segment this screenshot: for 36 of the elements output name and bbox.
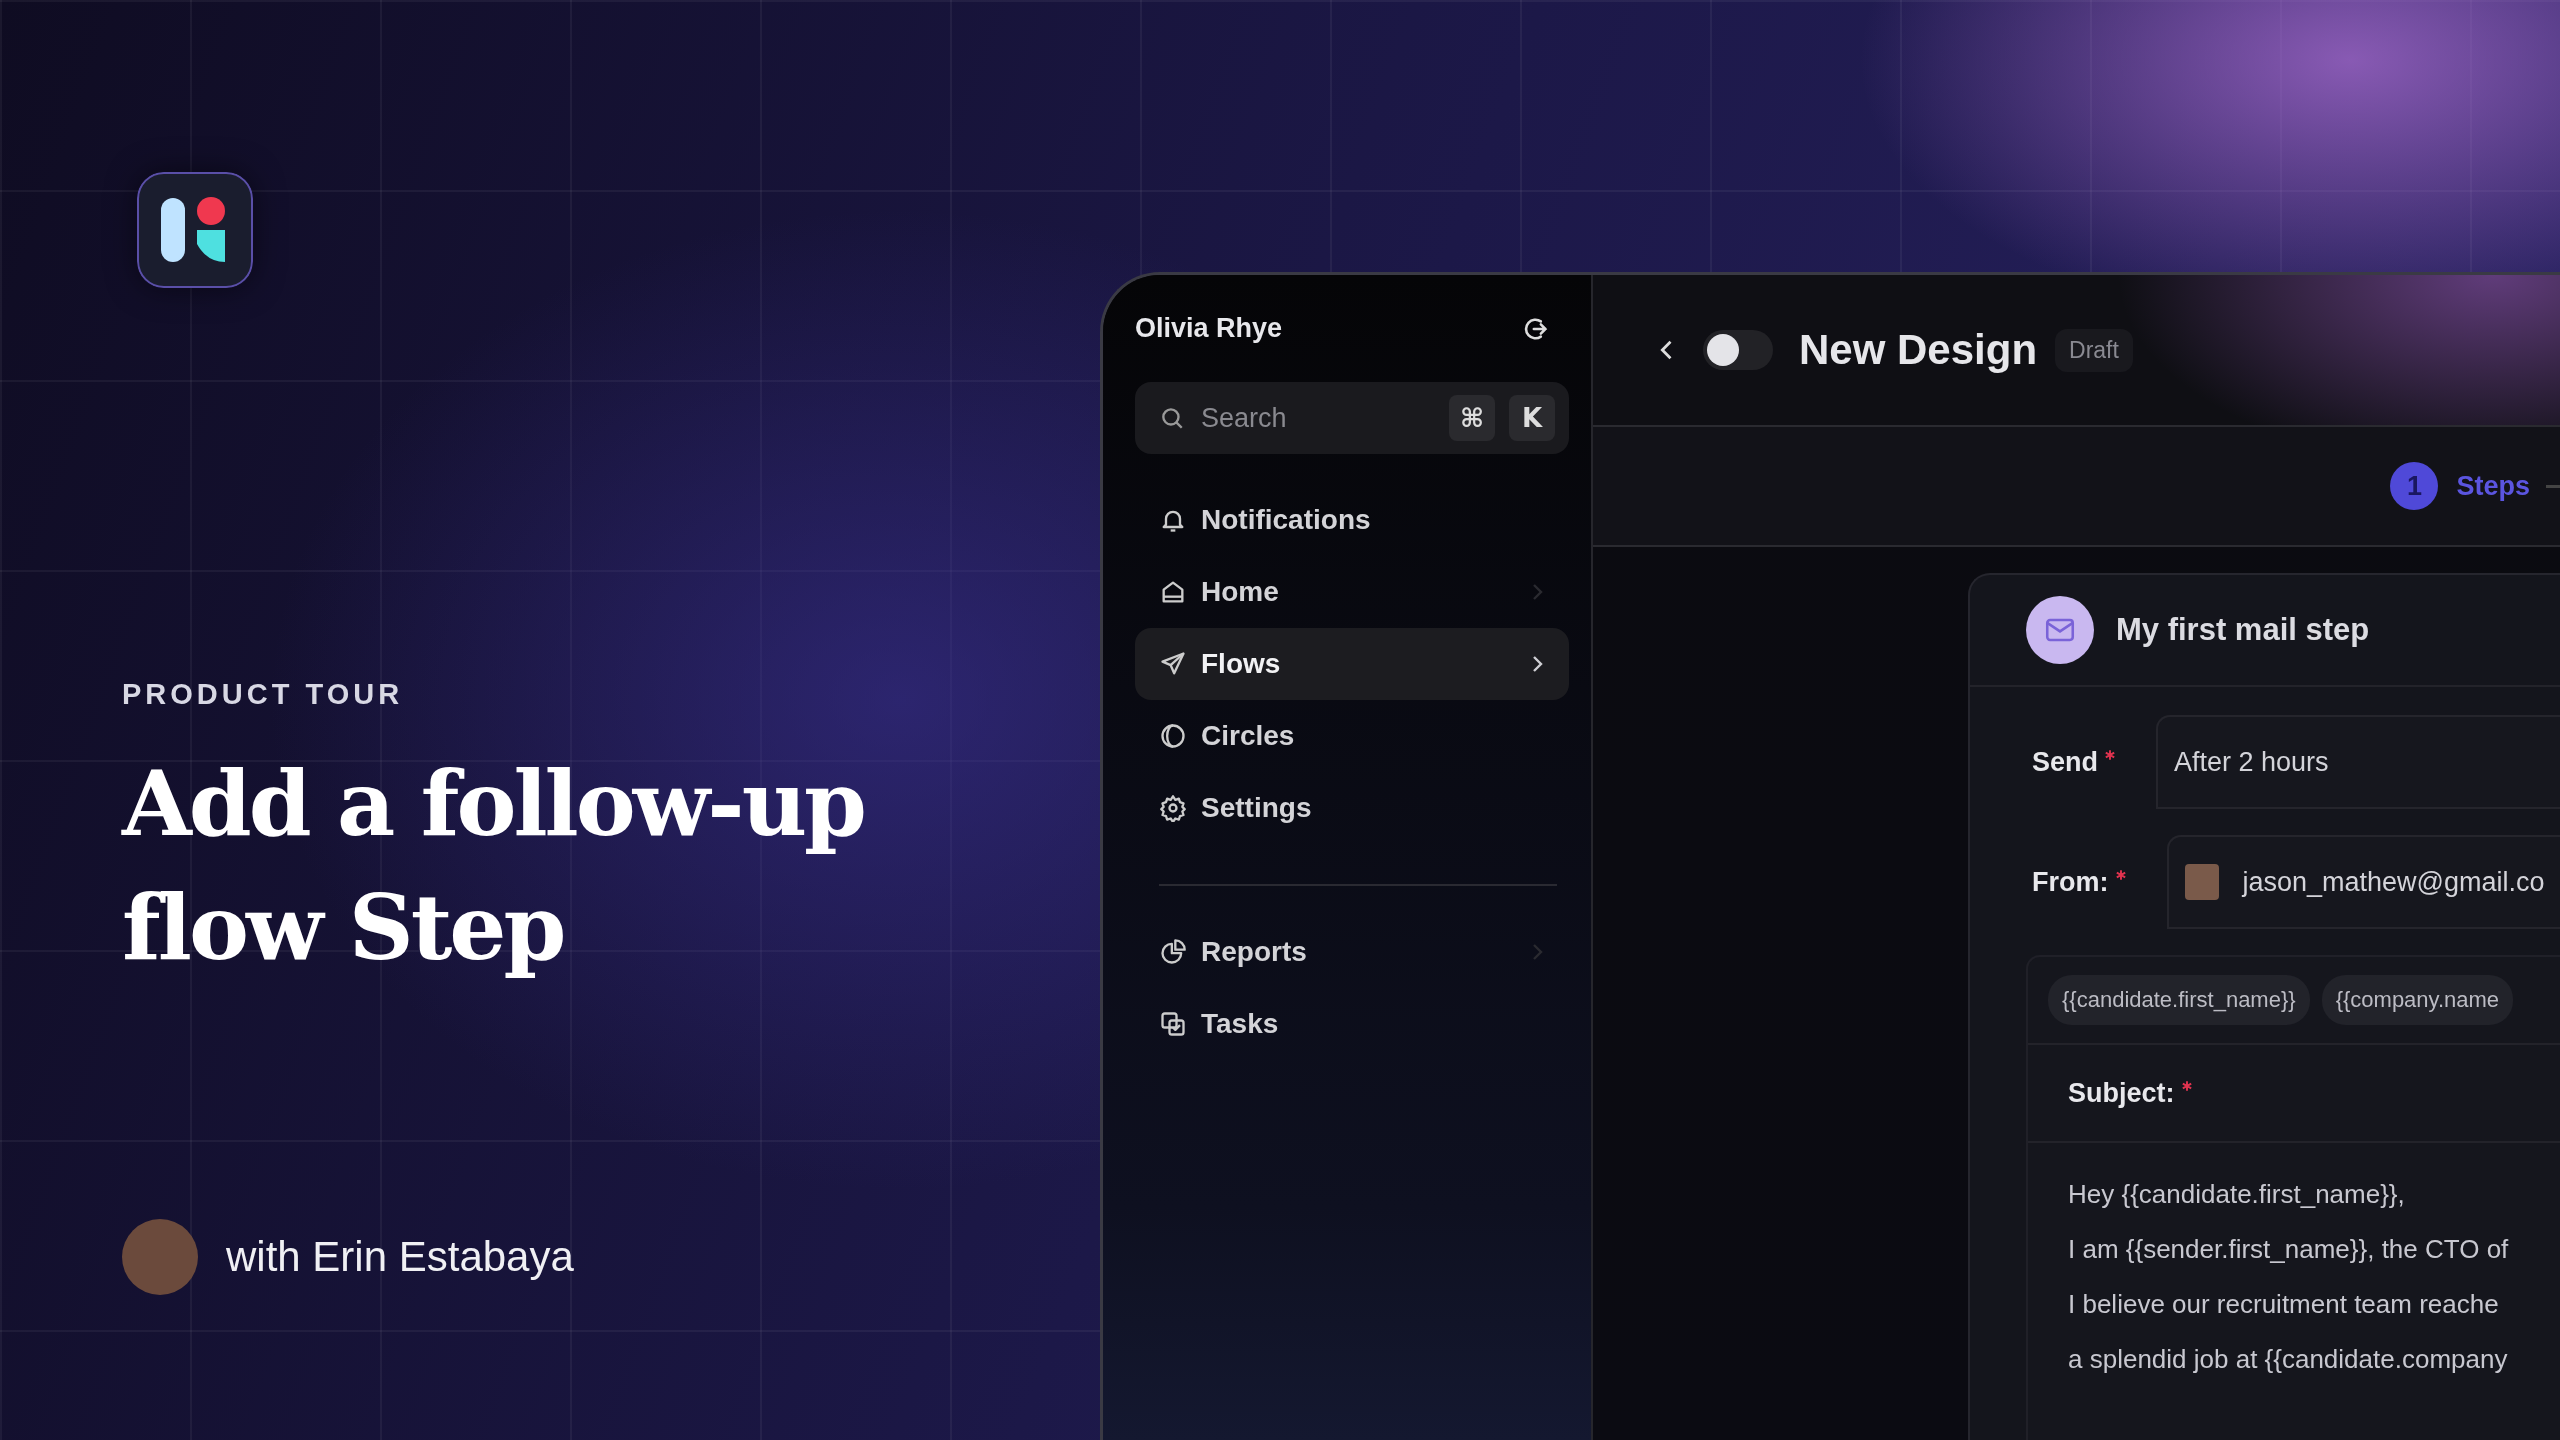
search-field[interactable]: Search [1199,401,1435,435]
step-title: My first mail step [2116,612,2370,648]
shortcut-key: K [1509,395,1555,441]
email-body-line: I believe our recruitment team reache [2068,1289,2500,1320]
headline: Add a follow-up flow Step [122,749,866,982]
sidebar-item[interactable]: Circles [1135,700,1569,772]
field-label: From: [2032,866,2109,898]
status-badge: Draft [2055,328,2133,372]
shortcut-key: ⌘ [1449,395,1495,441]
email-body-line: Hey {{candidate.first_name}}, [2068,1179,2406,1210]
sidebar-item[interactable]: Flows [1135,628,1569,700]
gear-icon [1159,794,1187,822]
sidebar-item[interactable]: Reports [1135,916,1569,988]
email-body-line: I am {{sender.first_name}}, the CTO of [2068,1234,2510,1265]
field-label: Send [2032,746,2098,778]
input-field[interactable]: jason_mathew@gmail.co [2166,835,2560,929]
sidebar-item[interactable]: Notifications [1135,484,1569,556]
page-title: New Design [1799,326,2038,374]
eyebrow-label: PRODUCT TOUR [122,678,405,711]
variable-chip[interactable]: {{candidate.first_name}} [2048,975,2310,1025]
email-body-line: a splendid job at {{candidate.company [2068,1344,2509,1375]
sidebar-item[interactable]: Home [1135,556,1569,628]
tasks-icon [1159,1010,1187,1038]
user-name: Olivia Rhye [1135,313,1283,344]
circle-icon [1159,722,1187,750]
sender-photo-placeholder [2184,864,2219,900]
search-icon [1159,405,1185,431]
sidebar-item[interactable]: Settings [1135,772,1569,844]
pie-chart-icon [1159,938,1187,966]
app-logo-icon [137,172,253,288]
presenter-name: with Erin Estabaya [226,1233,574,1281]
toggle-switch[interactable] [1703,330,1773,370]
subject-label: Subject: [2068,1077,2175,1109]
variable-chip[interactable]: {{company.name [2321,975,2514,1025]
sidebar-item[interactable]: Tasks [1135,988,1569,1060]
input-field[interactable]: After 2 hours [2156,715,2560,809]
